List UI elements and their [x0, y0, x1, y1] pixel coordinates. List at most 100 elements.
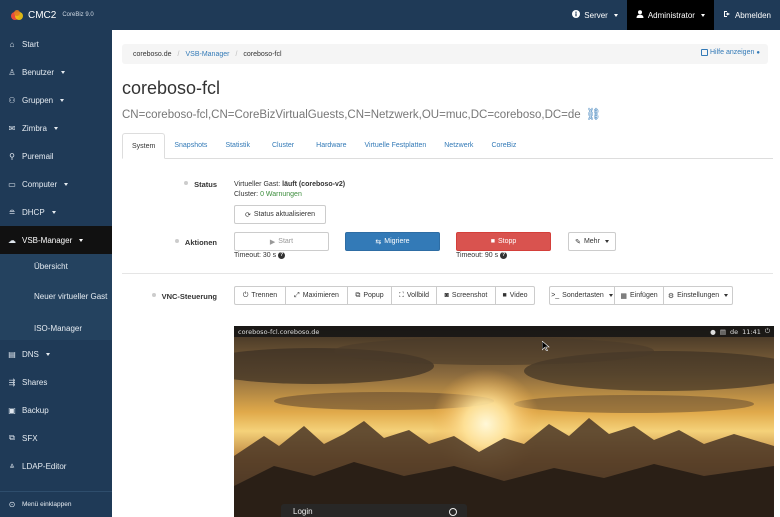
- sidebar-item-sfx[interactable]: ⧉ SFX: [0, 424, 112, 452]
- sidebar-subitem-iso-manager[interactable]: ISO-Manager: [0, 316, 112, 340]
- sidebar-item-shares[interactable]: ⇶ Shares: [0, 368, 112, 396]
- accessibility-icon[interactable]: ●: [710, 328, 716, 336]
- help-label: Hilfe anzeigen: [710, 49, 755, 56]
- status-label: Status: [122, 180, 217, 189]
- vnc-screenshot-button[interactable]: ◙ Screenshot: [436, 286, 496, 305]
- link-icon[interactable]: ⛓: [586, 107, 601, 121]
- chevron-down-icon: [45, 352, 50, 356]
- sidebar-item-benutzer[interactable]: ♙ Benutzer: [0, 58, 112, 86]
- vnc-lang[interactable]: de: [730, 328, 738, 336]
- vnc-disconnect-button[interactable]: ⏻ Trennen: [234, 286, 286, 305]
- sidebar-item-label: ISO-Manager: [34, 323, 83, 333]
- sidebar-item-dns[interactable]: ▤ DNS: [0, 340, 112, 368]
- breadcrumb-home[interactable]: coreboso.de: [133, 51, 172, 58]
- arrow-icon[interactable]: [449, 508, 457, 516]
- vnc-maximize-button[interactable]: ⤢ Maximieren: [285, 286, 348, 305]
- network-icon: ≘: [8, 207, 16, 217]
- migrate-button[interactable]: ⇆ Migriere: [345, 232, 440, 251]
- keyboard-icon[interactable]: ▤: [720, 328, 726, 336]
- brand[interactable]: CMC2 CoreBiz 9.0: [0, 0, 112, 30]
- sidebar-item-start[interactable]: ⌂ Start: [0, 30, 112, 58]
- sidebar-subitem-neuer-gast[interactable]: Neuer virtueller Gast: [0, 278, 112, 316]
- share-icon: ⇶: [8, 377, 16, 387]
- home-icon: ⌂: [9, 39, 15, 49]
- sidebar-subitem-uebersicht[interactable]: Übersicht: [0, 254, 112, 278]
- chevron-down-icon: [61, 70, 66, 74]
- mail-icon: ✉: [8, 123, 16, 133]
- ldap-icon: ⩓: [9, 461, 15, 470]
- refresh-status-label: Status aktualisieren: [253, 211, 315, 218]
- cluster-warnings: 0 Warnungen: [260, 191, 302, 198]
- info-icon: ●: [756, 49, 760, 56]
- refresh-status-button[interactable]: ⟳ Status aktualisieren: [234, 205, 326, 224]
- sidebar-item-ldap-editor[interactable]: ⩓ LDAP-Editor: [0, 452, 112, 480]
- tab-virtuelle-festplatten[interactable]: Virtuelle Festplatten: [356, 133, 436, 158]
- guest-state: läuft (coreboso-v2): [282, 181, 346, 188]
- gear-icon: ⚙: [667, 292, 675, 300]
- disconnect-icon: ⏻: [242, 291, 249, 299]
- more-button[interactable]: ✎ Mehr: [568, 232, 616, 251]
- sidebar-item-vsb-manager[interactable]: ☁ VSB-Manager: [0, 226, 112, 254]
- breadcrumb-section[interactable]: VSB-Manager: [185, 51, 229, 58]
- server-menu-label: Server: [584, 10, 608, 20]
- user-icon: [636, 10, 644, 20]
- question-icon[interactable]: ?: [500, 252, 508, 259]
- sidebar-item-label: Start: [22, 39, 39, 49]
- start-label: Start: [278, 238, 294, 245]
- power-icon[interactable]: ⏻: [765, 327, 770, 336]
- sidebar-item-zimbra[interactable]: ✉ Zimbra: [0, 114, 112, 142]
- collapse-menu-button[interactable]: ⊙ Menü einklappen: [0, 491, 112, 517]
- tab-cluster[interactable]: Cluster: [259, 133, 307, 158]
- breadcrumb-current: coreboso-fcl: [243, 50, 282, 58]
- sidebar-item-label: Benutzer: [22, 67, 55, 77]
- tab-system[interactable]: System: [122, 133, 166, 159]
- sidebar-item-computer[interactable]: ▭ Computer: [0, 170, 112, 198]
- vnc-settings-button[interactable]: ⚙ Einstellungen: [663, 286, 733, 305]
- server-menu[interactable]: Server: [563, 0, 627, 30]
- stop-icon: ■: [490, 238, 495, 245]
- laptop-icon: ▭: [8, 179, 16, 189]
- tab-snapshots[interactable]: Snapshots: [165, 133, 216, 158]
- vnc-screen[interactable]: coreboso-fcl.coreboso.de ● ▤ de 11:41 ⏻ …: [234, 326, 774, 517]
- breadcrumb-separator: /: [177, 50, 180, 58]
- status-text: Virtueller Gast: läuft (coreboso-v2) Clu…: [234, 180, 345, 200]
- sidebar-item-puremail[interactable]: ⚲ Puremail: [0, 142, 112, 170]
- vnc-login-field[interactable]: Login: [281, 504, 467, 517]
- vnc-video-button[interactable]: ■ Video: [495, 286, 535, 305]
- vnc-host: coreboso-fcl.coreboso.de: [238, 327, 320, 336]
- sidebar-item-label: Backup: [22, 405, 49, 415]
- sidebar-item-label: Übersicht: [34, 261, 68, 271]
- dns-icon: ▤: [8, 349, 16, 359]
- tab-corebiz[interactable]: CoreBiz: [482, 133, 525, 158]
- chevron-down-icon: [60, 98, 65, 102]
- vnc-popup-button[interactable]: ⧉ Popup: [347, 286, 392, 305]
- tab-hardware[interactable]: Hardware: [307, 133, 355, 158]
- logout-button[interactable]: Abmelden: [714, 0, 780, 30]
- divider: [122, 273, 773, 274]
- vnc-fullscreen-button[interactable]: ⛶ Vollbild: [391, 286, 437, 305]
- chevron-down-icon: [604, 240, 609, 243]
- vnc-special-keys-button[interactable]: >_ Sondertasten: [549, 286, 615, 305]
- sidebar-item-label: Zimbra: [22, 123, 47, 133]
- sidebar-item-backup[interactable]: ▣ Backup: [0, 396, 112, 424]
- stop-label: Stopp: [497, 238, 517, 245]
- distinguished-name: CN=coreboso-fcl,CN=CoreBizVirtualGuests,…: [122, 107, 601, 121]
- question-icon[interactable]: ?: [278, 252, 286, 259]
- chevron-down-icon: [613, 13, 618, 17]
- actions-label: Aktionen: [122, 238, 217, 247]
- help-toggle[interactable]: Hilfe anzeigen ●: [701, 49, 760, 56]
- tab-bar: System Snapshots Statistik Cluster Hardw…: [122, 133, 773, 159]
- start-button[interactable]: ▶ Start: [234, 232, 329, 251]
- play-icon: ▶: [269, 238, 276, 246]
- chevron-down-icon: [608, 294, 613, 297]
- stop-button[interactable]: ■ Stopp: [456, 232, 551, 251]
- sidebar-submenu: Übersicht Neuer virtueller Gast ISO-Mana…: [0, 254, 112, 340]
- vnc-paste-button[interactable]: ▦ Einfügen: [614, 286, 664, 305]
- tab-netzwerk[interactable]: Netzwerk: [435, 133, 482, 158]
- sidebar-item-dhcp[interactable]: ≘ DHCP: [0, 198, 112, 226]
- vnc-toolbar-2: >_ Sondertasten ▦ Einfügen ⚙ Einstellungen: [549, 286, 733, 305]
- sidebar-item-gruppen[interactable]: ⚇ Gruppen: [0, 86, 112, 114]
- tab-statistik[interactable]: Statistik: [216, 133, 259, 158]
- help-dot-icon: [174, 239, 179, 243]
- user-menu[interactable]: Administrator: [626, 0, 714, 30]
